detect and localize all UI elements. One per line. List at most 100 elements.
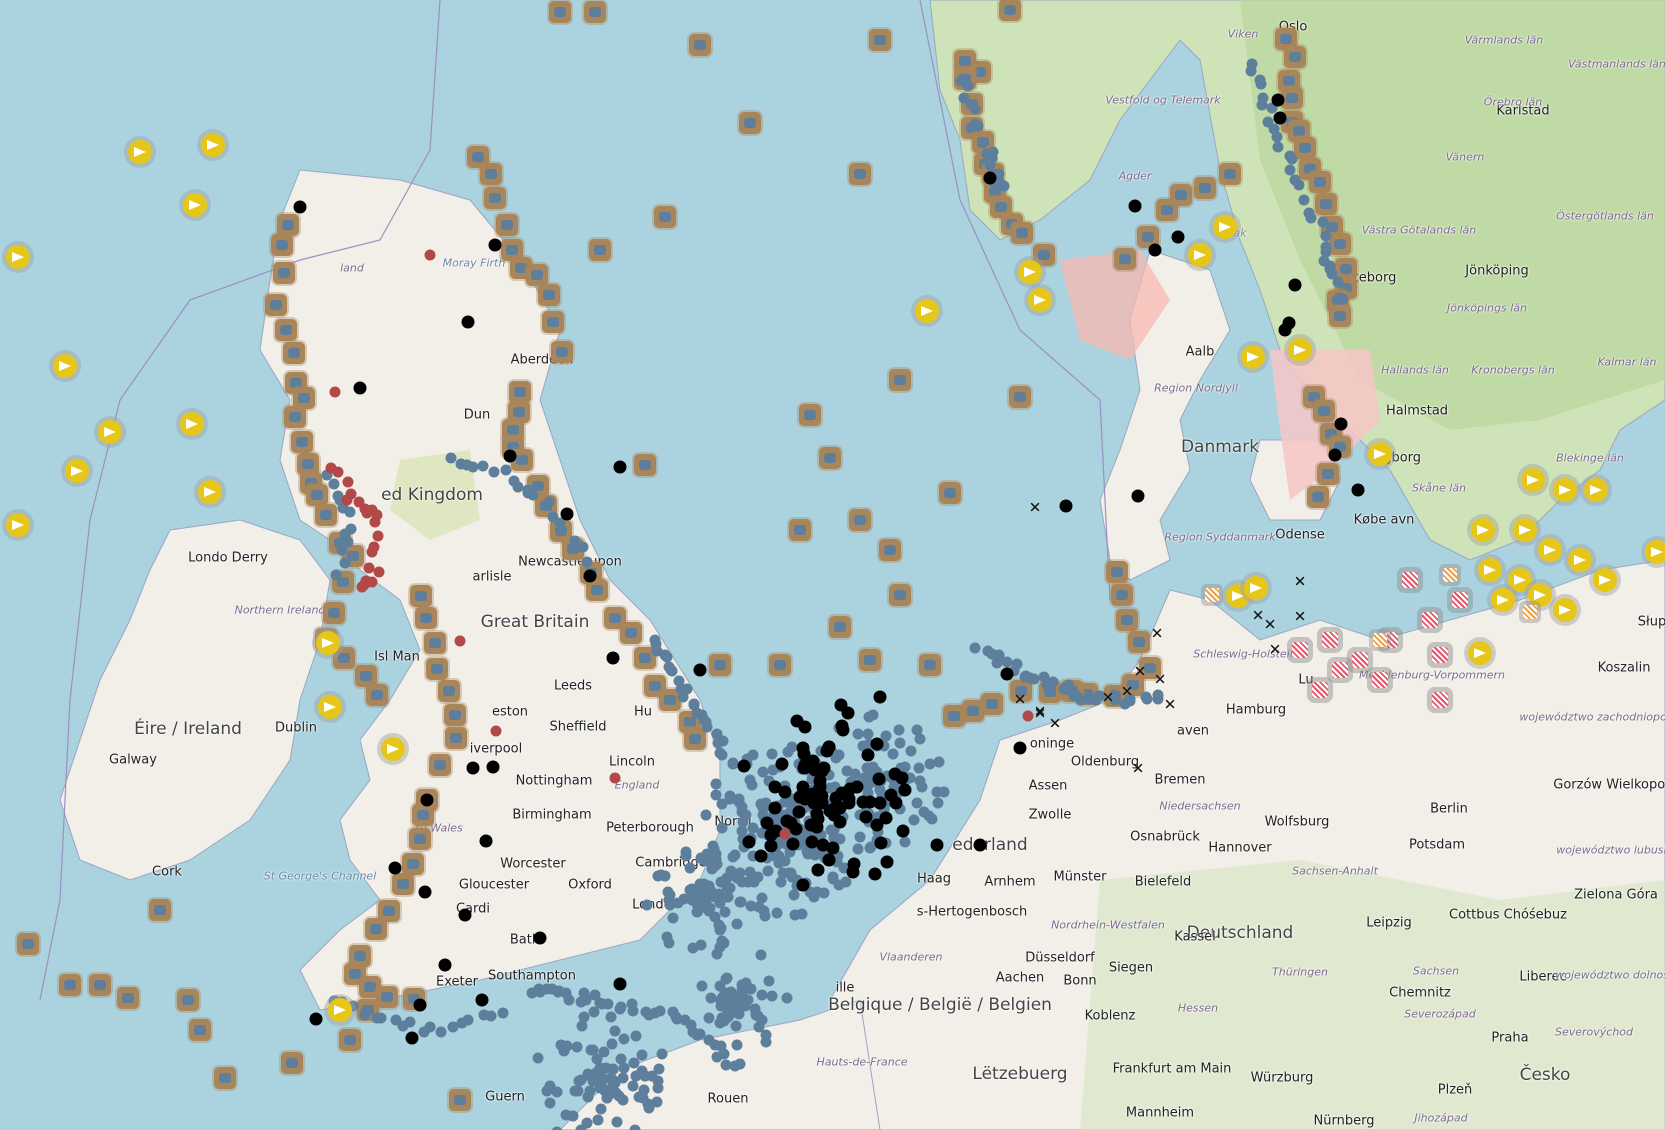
wreck-icon[interactable]	[849, 163, 871, 185]
hatched-area-icon[interactable]	[1373, 633, 1387, 647]
wreck-icon[interactable]	[411, 803, 434, 826]
blue-dot-icon[interactable]	[747, 822, 759, 834]
wreck-icon[interactable]	[444, 727, 467, 750]
blue-dot-icon[interactable]	[602, 998, 614, 1010]
blue-dot-icon[interactable]	[571, 1041, 583, 1053]
black-dot-icon[interactable]	[833, 801, 847, 815]
blue-dot-icon[interactable]	[716, 822, 728, 834]
x-mark-icon[interactable]: ✕	[1029, 500, 1042, 516]
blue-dot-icon[interactable]	[360, 1005, 372, 1017]
wreck-icon[interactable]	[1114, 248, 1137, 271]
black-dot-icon[interactable]	[737, 759, 751, 773]
x-mark-icon[interactable]: ✕	[1014, 692, 1027, 708]
blue-dot-icon[interactable]	[785, 867, 797, 879]
wreck-icon[interactable]	[410, 584, 433, 607]
blue-dot-icon[interactable]	[788, 889, 800, 901]
hatched-area-icon[interactable]	[1432, 692, 1448, 708]
blue-dot-icon[interactable]	[701, 721, 713, 733]
wreck-icon[interactable]	[264, 293, 287, 316]
wreck-icon[interactable]	[426, 657, 449, 680]
blue-dot-icon[interactable]	[863, 711, 875, 723]
wreck-icon[interactable]	[943, 705, 965, 728]
blue-dot-icon[interactable]	[667, 912, 679, 924]
blue-dot-icon[interactable]	[811, 886, 823, 898]
blue-dot-icon[interactable]	[894, 737, 906, 749]
blue-dot-icon[interactable]	[684, 862, 696, 874]
blue-dot-icon[interactable]	[744, 866, 756, 878]
x-mark-icon[interactable]: ✕	[1049, 716, 1062, 732]
black-dot-icon[interactable]	[870, 737, 884, 751]
wreck-icon[interactable]	[273, 261, 296, 284]
blue-dot-icon[interactable]	[563, 994, 575, 1006]
red-dot-icon[interactable]	[369, 516, 381, 528]
blue-dot-icon[interactable]	[731, 918, 743, 930]
blue-dot-icon[interactable]	[609, 1025, 621, 1037]
blue-dot-icon[interactable]	[731, 1039, 743, 1051]
wreck-icon[interactable]	[1314, 193, 1337, 216]
black-dot-icon[interactable]	[613, 460, 627, 474]
black-dot-icon[interactable]	[488, 238, 502, 252]
blue-dot-icon[interactable]	[576, 1020, 588, 1032]
black-dot-icon[interactable]	[764, 839, 778, 853]
red-dot-icon[interactable]	[490, 725, 502, 737]
blue-dot-icon[interactable]	[328, 478, 340, 489]
black-dot-icon[interactable]	[1288, 278, 1302, 292]
blue-dot-icon[interactable]	[1028, 673, 1040, 685]
blue-dot-icon[interactable]	[736, 979, 748, 991]
wreck-icon[interactable]	[620, 622, 642, 644]
blue-dot-icon[interactable]	[655, 869, 667, 881]
wreck-icon[interactable]	[849, 509, 871, 531]
blue-dot-icon[interactable]	[913, 762, 925, 774]
wreck-icon[interactable]	[276, 213, 299, 236]
x-mark-icon[interactable]: ✕	[1121, 684, 1134, 700]
blue-dot-icon[interactable]	[618, 1062, 630, 1074]
blue-dot-icon[interactable]	[661, 651, 673, 663]
blue-dot-icon[interactable]	[1141, 693, 1153, 705]
yellow-flag-icon[interactable]	[1028, 288, 1052, 312]
blue-dot-icon[interactable]	[605, 1011, 617, 1023]
blue-dot-icon[interactable]	[652, 1075, 664, 1087]
blue-dot-icon[interactable]	[629, 1124, 641, 1130]
wreck-icon[interactable]	[59, 974, 81, 996]
hatched-area-icon[interactable]	[1205, 588, 1219, 602]
blue-dot-icon[interactable]	[911, 797, 923, 809]
black-dot-icon[interactable]	[822, 853, 836, 867]
black-dot-icon[interactable]	[835, 786, 849, 799]
wreck-icon[interactable]	[444, 703, 467, 726]
red-dot-icon[interactable]	[356, 581, 368, 593]
yellow-flag-icon[interactable]	[1568, 548, 1592, 572]
wreck-icon[interactable]	[769, 654, 791, 676]
blue-dot-icon[interactable]	[532, 1052, 544, 1064]
blue-dot-icon[interactable]	[462, 1014, 474, 1026]
blue-dot-icon[interactable]	[854, 831, 866, 843]
wreck-icon[interactable]	[391, 873, 414, 896]
black-dot-icon[interactable]	[1131, 489, 1145, 503]
x-mark-icon[interactable]: ✕	[1294, 574, 1307, 590]
black-dot-icon[interactable]	[873, 690, 887, 704]
blue-dot-icon[interactable]	[687, 942, 699, 954]
black-dot-icon[interactable]	[880, 855, 894, 869]
yellow-flag-icon[interactable]	[1244, 576, 1268, 600]
black-dot-icon[interactable]	[413, 998, 427, 1012]
x-mark-icon[interactable]: ✕	[1269, 642, 1282, 658]
blue-dot-icon[interactable]	[727, 851, 739, 863]
blue-dot-icon[interactable]	[766, 990, 778, 1002]
black-dot-icon[interactable]	[309, 1012, 323, 1026]
yellow-flag-icon[interactable]	[1521, 468, 1545, 492]
blue-dot-icon[interactable]	[933, 756, 945, 768]
blue-dot-icon[interactable]	[1320, 230, 1332, 242]
wreck-icon[interactable]	[654, 206, 676, 228]
blue-dot-icon[interactable]	[833, 879, 845, 891]
blue-dot-icon[interactable]	[485, 1010, 497, 1022]
red-dot-icon[interactable]	[454, 635, 466, 647]
blue-dot-icon[interactable]	[1256, 99, 1268, 111]
hatched-area-icon[interactable]	[1402, 572, 1418, 588]
blue-dot-icon[interactable]	[680, 850, 692, 862]
blue-dot-icon[interactable]	[618, 1033, 630, 1045]
black-dot-icon[interactable]	[583, 569, 597, 583]
blue-dot-icon[interactable]	[617, 1094, 629, 1106]
black-dot-icon[interactable]	[836, 723, 850, 737]
blue-dot-icon[interactable]	[694, 894, 706, 906]
blue-dot-icon[interactable]	[703, 1012, 715, 1024]
wreck-icon[interactable]	[117, 987, 139, 1009]
